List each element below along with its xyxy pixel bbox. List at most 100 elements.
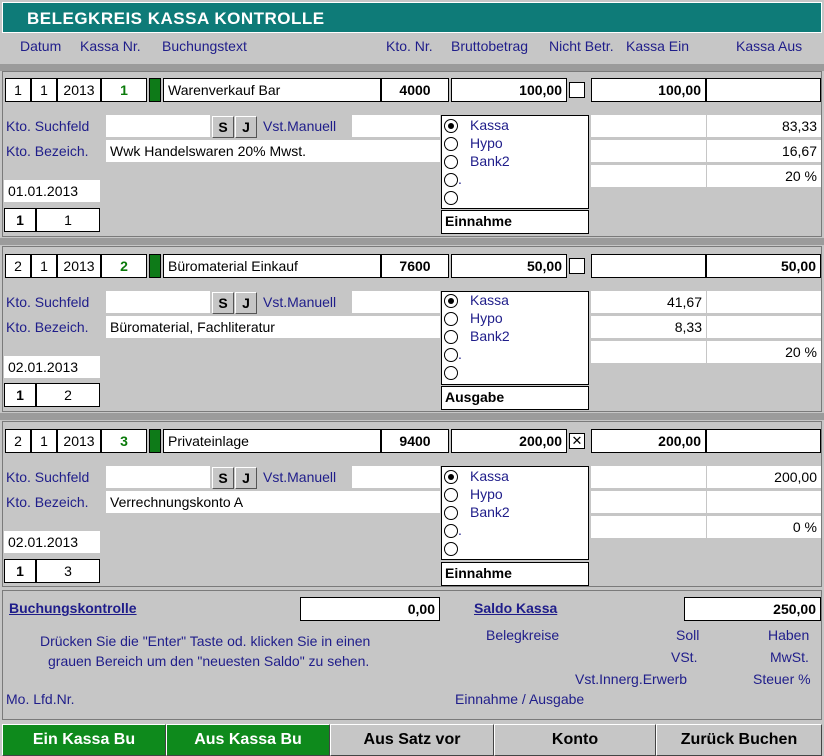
kto-suchfeld-input[interactable] (106, 291, 210, 314)
lfd-nr-field[interactable]: 1 (36, 208, 100, 232)
radio-bank2[interactable] (444, 330, 458, 344)
radio-bank2[interactable] (444, 155, 458, 169)
entry-kassa-nr[interactable]: 1 (101, 78, 147, 102)
entry-day[interactable]: 1 (5, 78, 31, 102)
kto-bezeich-input[interactable]: Wwk Handelswaren 20% Mwst. (106, 140, 440, 163)
nicht-betr-checkbox[interactable]: ✕ (569, 433, 585, 449)
vst-manuell-input[interactable] (352, 291, 440, 314)
mo-field[interactable]: 1 (4, 383, 36, 407)
radio-kassa[interactable] (444, 294, 458, 308)
entry-brutto[interactable]: 200,00 (451, 429, 567, 453)
entry-year[interactable]: 2013 (57, 78, 101, 102)
entry-buchungstext[interactable]: Büromaterial Einkauf (163, 254, 381, 278)
ein-kassa-button[interactable]: Ein Kassa Bu (2, 724, 166, 756)
radio-hypo[interactable] (444, 137, 458, 151)
entry-month[interactable]: 1 (31, 429, 57, 453)
haben-field[interactable]: 83,33 (707, 115, 821, 138)
radio-option-5[interactable] (444, 191, 458, 205)
entry-date[interactable]: 02.01.2013 (4, 531, 100, 554)
saldo-kassa-link[interactable]: Saldo Kassa (474, 600, 557, 616)
entry-year[interactable]: 2013 (57, 254, 101, 278)
nicht-betr-checkbox[interactable] (569, 258, 585, 274)
radio-option-4[interactable] (444, 348, 458, 362)
entry-kto-nr[interactable]: 7600 (381, 254, 449, 278)
mo-field[interactable]: 1 (4, 208, 36, 232)
header-buchungstext: Buchungstext (162, 38, 247, 54)
radio-hypo[interactable] (444, 312, 458, 326)
steuer-field[interactable]: 0 % (707, 516, 821, 539)
j-button[interactable]: J (235, 292, 257, 314)
vst-field[interactable]: 8,33 (591, 316, 706, 339)
entry-day[interactable]: 2 (5, 429, 31, 453)
vst-manuell-input[interactable] (352, 466, 440, 489)
j-button[interactable]: J (235, 116, 257, 138)
entry-kassa-aus[interactable] (706, 429, 821, 453)
entry-day[interactable]: 2 (5, 254, 31, 278)
zurueck-buchen-button[interactable]: Zurück Buchen (656, 724, 822, 756)
separator (0, 64, 824, 71)
vst-field[interactable] (591, 140, 706, 163)
radio-kassa[interactable] (444, 470, 458, 484)
aus-satz-vor-button[interactable]: Aus Satz vor (330, 724, 494, 756)
entry-kto-nr[interactable]: 9400 (381, 429, 449, 453)
s-button[interactable]: S (212, 292, 234, 314)
innerg-field[interactable] (591, 341, 706, 364)
mwst-field[interactable]: 16,67 (707, 140, 821, 163)
header-datum: Datum (20, 38, 62, 54)
entry-month[interactable]: 1 (31, 254, 57, 278)
radio-option-4[interactable] (444, 524, 458, 538)
mwst-field[interactable] (707, 491, 821, 514)
konto-button[interactable]: Konto (494, 724, 656, 756)
entry-kassa-aus[interactable] (706, 78, 821, 102)
steuer-field[interactable]: 20 % (707, 341, 821, 364)
entry-month[interactable]: 1 (31, 78, 57, 102)
steuer-field[interactable]: 20 % (707, 165, 821, 188)
kto-bezeich-input[interactable]: Büromaterial, Fachliteratur (106, 316, 440, 339)
nicht-betr-checkbox[interactable] (569, 82, 585, 98)
entry-brutto[interactable]: 100,00 (451, 78, 567, 102)
haben-field[interactable]: 200,00 (707, 466, 821, 489)
kto-suchfeld-input[interactable] (106, 466, 210, 489)
radio-option-4[interactable] (444, 173, 458, 187)
entry-kassa-nr[interactable]: 3 (101, 429, 147, 453)
vst-field[interactable] (591, 491, 706, 514)
soll-field[interactable]: 41,67 (591, 291, 706, 314)
entry-kassa-ein[interactable] (591, 254, 706, 278)
aus-kassa-button[interactable]: Aus Kassa Bu (166, 724, 330, 756)
entry-date[interactable]: 02.01.2013 (4, 356, 100, 379)
entry-date[interactable]: 01.01.2013 (4, 180, 100, 203)
soll-field[interactable] (591, 115, 706, 138)
innerg-field[interactable] (591, 165, 706, 188)
entry-brutto[interactable]: 50,00 (451, 254, 567, 278)
j-button[interactable]: J (235, 467, 257, 489)
entry-type-box: Ausgabe (441, 386, 589, 410)
s-button[interactable]: S (212, 116, 234, 138)
kto-bezeich-input[interactable]: Verrechnungskonto A (106, 491, 440, 514)
separator (0, 413, 824, 420)
radio-option-5[interactable] (444, 366, 458, 380)
entry-kassa-aus[interactable]: 50,00 (706, 254, 821, 278)
entry-kassa-nr[interactable]: 2 (101, 254, 147, 278)
radio-kassa[interactable] (444, 119, 458, 133)
entry-kassa-ein[interactable]: 200,00 (591, 429, 706, 453)
entry-year[interactable]: 2013 (57, 429, 101, 453)
buchungskontrolle-link[interactable]: Buchungskontrolle (9, 600, 137, 616)
innerg-field[interactable] (591, 516, 706, 539)
lfd-nr-field[interactable]: 3 (36, 559, 100, 583)
mo-field[interactable]: 1 (4, 559, 36, 583)
s-button[interactable]: S (212, 467, 234, 489)
vst-manuell-input[interactable] (352, 115, 440, 138)
entry-kto-nr[interactable]: 4000 (381, 78, 449, 102)
entry-buchungstext[interactable]: Privateinlage (163, 429, 381, 453)
radio-hypo[interactable] (444, 488, 458, 502)
lfd-nr-field[interactable]: 2 (36, 383, 100, 407)
soll-field[interactable] (591, 466, 706, 489)
haben-field[interactable] (707, 291, 821, 314)
entry-kassa-ein[interactable]: 100,00 (591, 78, 706, 102)
radio-option-5[interactable] (444, 542, 458, 556)
radio-kassa-label: Kassa (470, 468, 509, 484)
mwst-field[interactable] (707, 316, 821, 339)
entry-buchungstext[interactable]: Warenverkauf Bar (163, 78, 381, 102)
kto-suchfeld-input[interactable] (106, 115, 210, 138)
radio-bank2[interactable] (444, 506, 458, 520)
